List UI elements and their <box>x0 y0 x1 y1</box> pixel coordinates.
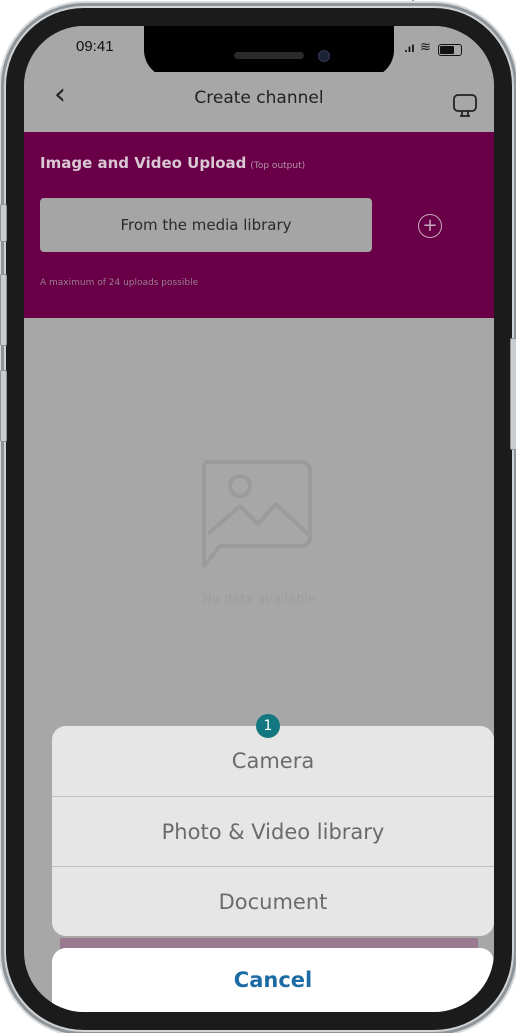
silent-switch <box>0 204 7 242</box>
upload-title: Image and Video Upload (Top output) <box>40 154 305 172</box>
power-button <box>510 338 516 450</box>
front-camera <box>318 50 330 62</box>
image-placeholder-icon <box>201 460 312 568</box>
plus-circle-icon[interactable]: + <box>418 214 442 238</box>
wifi-icon: ≋ <box>420 40 431 55</box>
battery-icon <box>438 44 462 56</box>
cancel-button[interactable]: Cancel <box>52 948 494 1012</box>
step-badge: 1 <box>256 714 280 738</box>
volume-down-button <box>0 370 7 442</box>
page-title: Create channel <box>194 88 324 108</box>
media-library-button[interactable]: From the media library <box>40 198 372 252</box>
signal-icon: .ıl <box>404 44 415 55</box>
upload-title-text: Image and Video Upload <box>40 154 247 172</box>
empty-state-text: No data available <box>202 592 316 607</box>
speaker <box>234 52 304 59</box>
volume-up-button <box>0 274 7 346</box>
status-time: 09:41 <box>76 38 114 55</box>
upload-subtitle: (Top output) <box>250 161 306 171</box>
action-sheet: Camera Photo & Video library Document <box>52 726 494 936</box>
phone-frame: 09:41 .ıl ≋ ‹ Create channel Image and V… <box>0 8 516 1030</box>
screen: 09:41 .ıl ≋ ‹ Create channel Image and V… <box>24 26 494 1012</box>
action-photo-video-library[interactable]: Photo & Video library <box>52 797 494 867</box>
upload-limit-note: A maximum of 24 uploads possible <box>40 278 199 288</box>
action-document[interactable]: Document <box>52 867 494 936</box>
monitor-icon[interactable] <box>452 92 478 118</box>
